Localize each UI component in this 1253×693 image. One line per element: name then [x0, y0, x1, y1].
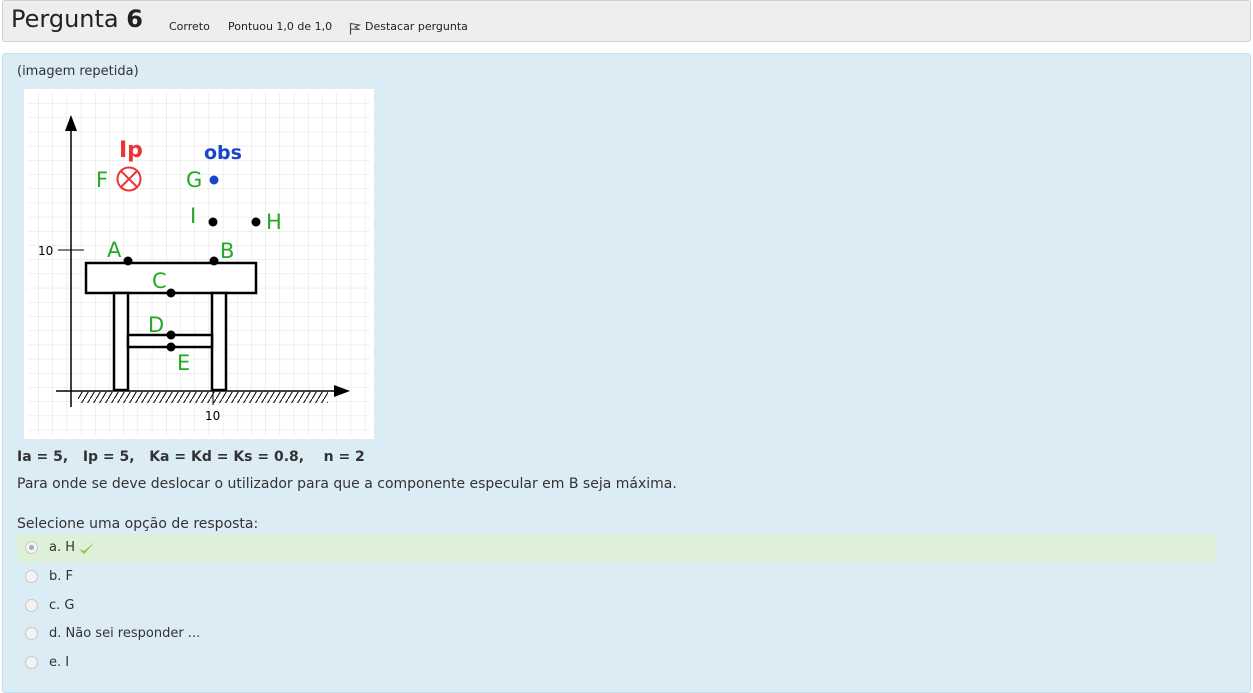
question-state: Correto	[169, 20, 210, 33]
question-number: 6	[126, 5, 143, 33]
answer-label: b. F	[49, 569, 73, 584]
point-b	[209, 256, 219, 266]
answer-label: e. I	[49, 655, 70, 670]
label-f: F	[96, 168, 108, 192]
point-c	[166, 288, 176, 298]
answer-label: c. G	[49, 598, 75, 613]
point-d	[166, 330, 176, 340]
light-source-icon	[116, 166, 142, 192]
radio-button[interactable]	[25, 570, 38, 583]
label-c: C	[152, 269, 167, 293]
label-b: B	[220, 239, 234, 263]
lighting-parameters: Ia = 5, Ip = 5, Ka = Kd = Ks = 0.8, n = …	[17, 449, 365, 465]
table-left-leg	[112, 291, 130, 392]
y-tick-label: 10	[38, 244, 53, 258]
point-h	[251, 217, 261, 227]
radio-selected-dot	[29, 545, 34, 550]
correct-check-icon	[79, 542, 95, 554]
label-ip: Ip	[119, 138, 143, 163]
flag-icon[interactable]	[349, 22, 361, 35]
lighting-figure: 10 10 Ip obs F G I H A B C D E	[24, 89, 374, 439]
x-tick-label: 10	[205, 409, 220, 423]
label-obs: obs	[204, 142, 242, 164]
label-h: H	[266, 210, 282, 234]
question-text: Para onde se deve deslocar o utilizador …	[17, 476, 677, 492]
question-title: Pergunta 6	[11, 5, 143, 33]
observer-point-g	[209, 175, 219, 185]
answer-option-d[interactable]: d. Não sei responder ...	[17, 620, 1216, 648]
question-grade: Pontuou 1,0 de 1,0	[228, 20, 333, 33]
question-title-word: Pergunta	[11, 5, 119, 33]
radio-button[interactable]	[25, 541, 38, 554]
flag-question-link[interactable]: Destacar pergunta	[365, 20, 468, 33]
radio-button[interactable]	[25, 656, 38, 669]
answer-option-e[interactable]: e. I	[17, 649, 1216, 677]
label-i: I	[190, 204, 196, 228]
label-a: A	[107, 238, 122, 262]
answer-label: d. Não sei responder ...	[49, 626, 201, 641]
answer-label: a. H	[49, 540, 76, 555]
point-e	[166, 342, 176, 352]
image-caption: (imagem repetida)	[17, 64, 139, 79]
answer-option-c[interactable]: c. G	[17, 592, 1216, 620]
answer-option-a[interactable]: a. H	[17, 534, 1216, 562]
radio-button[interactable]	[25, 627, 38, 640]
label-d: D	[148, 313, 164, 337]
label-e: E	[177, 351, 190, 375]
radio-button[interactable]	[25, 599, 38, 612]
answer-prompt: Selecione uma opção de resposta:	[17, 516, 259, 532]
question-content: (imagem repetida) 10 10 Ip obs F G I H A…	[2, 53, 1251, 693]
question-header: Pergunta 6 Correto Pontuou 1,0 de 1,0 De…	[2, 0, 1251, 42]
label-g: G	[186, 168, 202, 192]
ground-hatch	[78, 392, 328, 403]
table-right-leg	[210, 291, 228, 392]
answer-option-b[interactable]: b. F	[17, 563, 1216, 591]
point-a	[123, 256, 133, 266]
point-i	[208, 217, 218, 227]
